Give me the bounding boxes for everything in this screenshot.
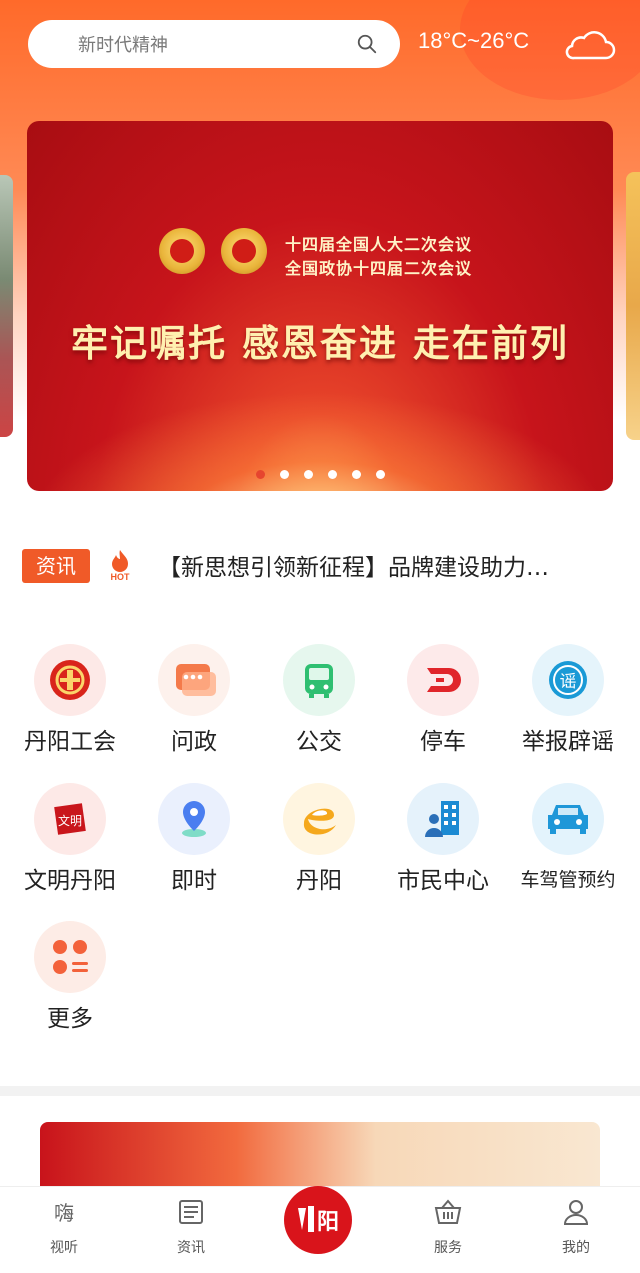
svg-text:谣: 谣	[560, 672, 577, 692]
service-label: 停车	[420, 729, 466, 755]
carousel-dot[interactable]	[375, 470, 385, 479]
carousel-prev-peek[interactable]	[0, 175, 13, 437]
service-trade-union[interactable]: 丹阳工会	[8, 644, 132, 756]
service-danyang[interactable]: 丹阳	[257, 783, 381, 895]
service-bus[interactable]: 公交	[257, 644, 381, 756]
tab-news[interactable]: 资讯	[151, 1197, 231, 1257]
service-label: 举报辟谣	[522, 729, 614, 755]
chat-icon	[158, 644, 230, 716]
banner-subtitle-2: 全国政协十四届二次会议	[285, 259, 473, 278]
home-logo-button[interactable]: 阳	[284, 1186, 352, 1254]
service-instant[interactable]: 即时	[132, 783, 256, 895]
service-vehicle-appointment[interactable]: 车驾管预约	[506, 783, 630, 892]
search-icon[interactable]	[356, 33, 378, 55]
cloud-icon	[565, 31, 616, 60]
service-civilization[interactable]: 文明 文明丹阳	[8, 783, 132, 895]
carousel-dot[interactable]	[279, 470, 289, 479]
video-icon: 嗨	[54, 1201, 74, 1225]
tab-label: 资讯	[177, 1240, 205, 1256]
bus-icon	[283, 644, 355, 716]
tab-mine[interactable]: 我的	[536, 1197, 616, 1257]
tab-label: 我的	[562, 1240, 590, 1256]
weather-temperature: 18°C~26°C	[418, 28, 530, 53]
service-label: 市民中心	[397, 868, 489, 894]
service-wenzheng[interactable]: 问政	[132, 644, 256, 756]
tab-video[interactable]: 嗨 视听	[24, 1197, 104, 1257]
news-headline[interactable]: 【新思想引领新征程】品牌建设助力…	[158, 548, 618, 582]
rumor-icon: 谣	[532, 644, 604, 716]
banner-subtitle-1: 十四届全国人大二次会议	[285, 235, 473, 254]
hot-label: HOT	[111, 572, 131, 582]
service-label: 更多	[47, 1006, 93, 1032]
service-label: 问政	[171, 729, 217, 755]
civilization-icon: 文明	[34, 783, 106, 855]
national-emblem-icon	[159, 228, 205, 274]
citizen-center-icon	[407, 783, 479, 855]
service-label: 即时	[171, 868, 217, 894]
svg-text:嗨: 嗨	[54, 1201, 74, 1225]
banner-carousel[interactable]: 十四届全国人大二次会议 全国政协十四届二次会议 牢记嘱托 感恩奋进 走在前列	[27, 121, 613, 491]
news-tag: 资讯	[22, 549, 90, 583]
service-report-rumor[interactable]: 谣 举报辟谣	[506, 644, 630, 756]
search-bar[interactable]: 新时代精神	[28, 20, 400, 68]
section-divider	[0, 1086, 640, 1096]
hot-flame-icon: HOT	[111, 550, 131, 582]
service-more[interactable]: 更多	[8, 921, 132, 1033]
car-icon	[532, 783, 604, 855]
banner-title: 牢记嘱托 感恩奋进 走在前列	[71, 322, 569, 365]
service-citizen-center[interactable]: 市民中心	[381, 783, 505, 895]
tab-service[interactable]: 服务	[408, 1197, 488, 1257]
tab-label: 视听	[50, 1240, 78, 1256]
carousel-dot[interactable]	[303, 470, 313, 479]
service-label: 丹阳	[296, 868, 342, 894]
trade-union-icon	[34, 644, 106, 716]
service-label: 文明丹阳	[24, 868, 116, 894]
search-placeholder[interactable]: 新时代精神	[78, 31, 356, 57]
service-label: 丹阳工会	[24, 729, 116, 755]
svg-text:阳: 阳	[317, 1210, 339, 1235]
parking-icon	[407, 644, 479, 716]
more-grid-icon	[34, 921, 106, 993]
carousel-dot[interactable]	[255, 470, 265, 479]
carousel-dot[interactable]	[327, 470, 337, 479]
promo-banner[interactable]	[40, 1122, 600, 1186]
danyang-e-icon	[283, 783, 355, 855]
carousel-dots	[27, 470, 613, 479]
home-logo-icon: 阳	[298, 1206, 339, 1235]
carousel-dot[interactable]	[351, 470, 361, 479]
user-icon	[563, 1200, 589, 1225]
carousel-next-peek[interactable]	[626, 172, 640, 440]
basket-icon	[434, 1199, 462, 1224]
service-parking[interactable]: 停车	[381, 644, 505, 756]
service-label: 公交	[296, 729, 342, 755]
news-icon	[179, 1200, 203, 1224]
service-label: 车驾管预约	[520, 869, 616, 891]
location-pin-icon	[158, 783, 230, 855]
svg-text:文明: 文明	[58, 813, 82, 828]
cppcc-emblem-icon	[221, 228, 267, 274]
tab-label: 服务	[434, 1240, 462, 1256]
